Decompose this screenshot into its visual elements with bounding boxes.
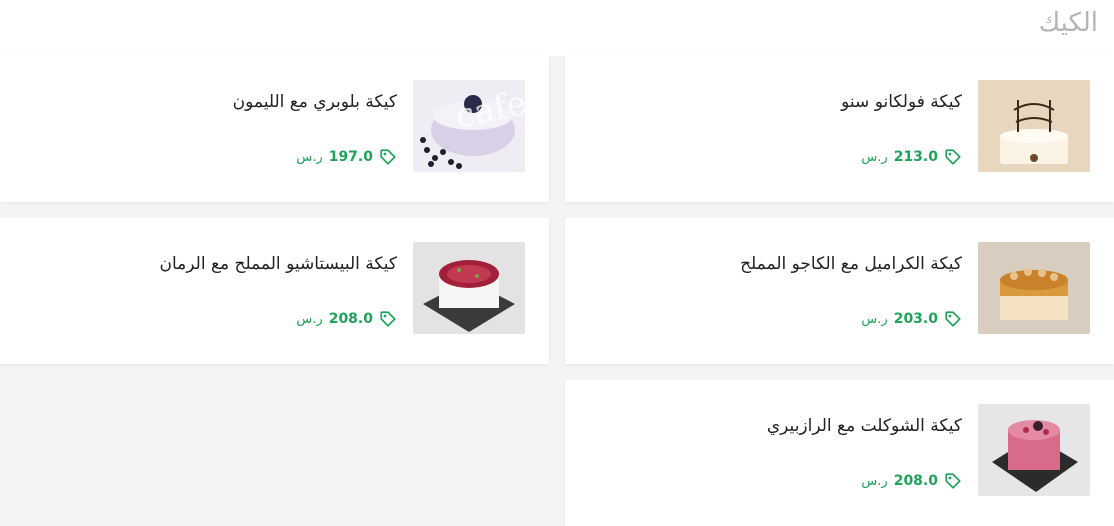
product-image[interactable] [978, 242, 1090, 334]
product-card[interactable]: كيكة الكراميل مع الكاجو المملح 203.0 ر.س [565, 218, 1114, 364]
tag-icon [945, 311, 961, 327]
currency-label: ر.س [296, 311, 323, 327]
product-image[interactable] [413, 80, 525, 172]
product-card[interactable]: كيكة البيستاشيو المملح مع الرمان 208.0 ر… [0, 218, 549, 364]
product-card[interactable]: كيكة الشوكلت مع الرازبيري 208.0 ر.س [565, 380, 1114, 526]
product-name[interactable]: كيكة بلوبري مع الليمون [233, 92, 397, 112]
product-image[interactable] [978, 404, 1090, 496]
tag-icon [945, 149, 961, 165]
product-price: 197.0 [328, 149, 373, 165]
currency-label: ر.س [296, 149, 323, 165]
page-header: الكيك [0, 0, 1114, 56]
product-price: 213.0 [893, 149, 938, 165]
price-row: 208.0 ر.س [861, 472, 962, 490]
price-row: 197.0 ر.س [296, 148, 397, 166]
product-price: 203.0 [893, 311, 938, 327]
currency-label: ر.س [861, 149, 888, 165]
product-image[interactable] [413, 242, 525, 334]
tag-icon [945, 473, 961, 489]
tag-icon [380, 311, 396, 327]
price-row: 203.0 ر.س [861, 310, 962, 328]
product-price: 208.0 [328, 311, 373, 327]
product-card[interactable]: كيكة فولكانو سنو 213.0 ر.س [565, 56, 1114, 202]
price-row: 213.0 ر.س [861, 148, 962, 166]
price-row: 208.0 ر.س [296, 310, 397, 328]
product-name[interactable]: كيكة البيستاشيو المملح مع الرمان [159, 254, 397, 274]
product-name[interactable]: كيكة الكراميل مع الكاجو المملح [740, 254, 962, 274]
currency-label: ر.س [861, 311, 888, 327]
product-image[interactable] [978, 80, 1090, 172]
product-card[interactable]: كيكة بلوبري مع الليمون 197.0 ر.س [0, 56, 549, 202]
product-price: 208.0 [893, 473, 938, 489]
product-name[interactable]: كيكة فولكانو سنو [841, 92, 962, 112]
product-name[interactable]: كيكة الشوكلت مع الرازبيري [767, 416, 962, 436]
section-title: الكيك [1038, 8, 1098, 38]
currency-label: ر.س [861, 473, 888, 489]
tag-icon [380, 149, 396, 165]
